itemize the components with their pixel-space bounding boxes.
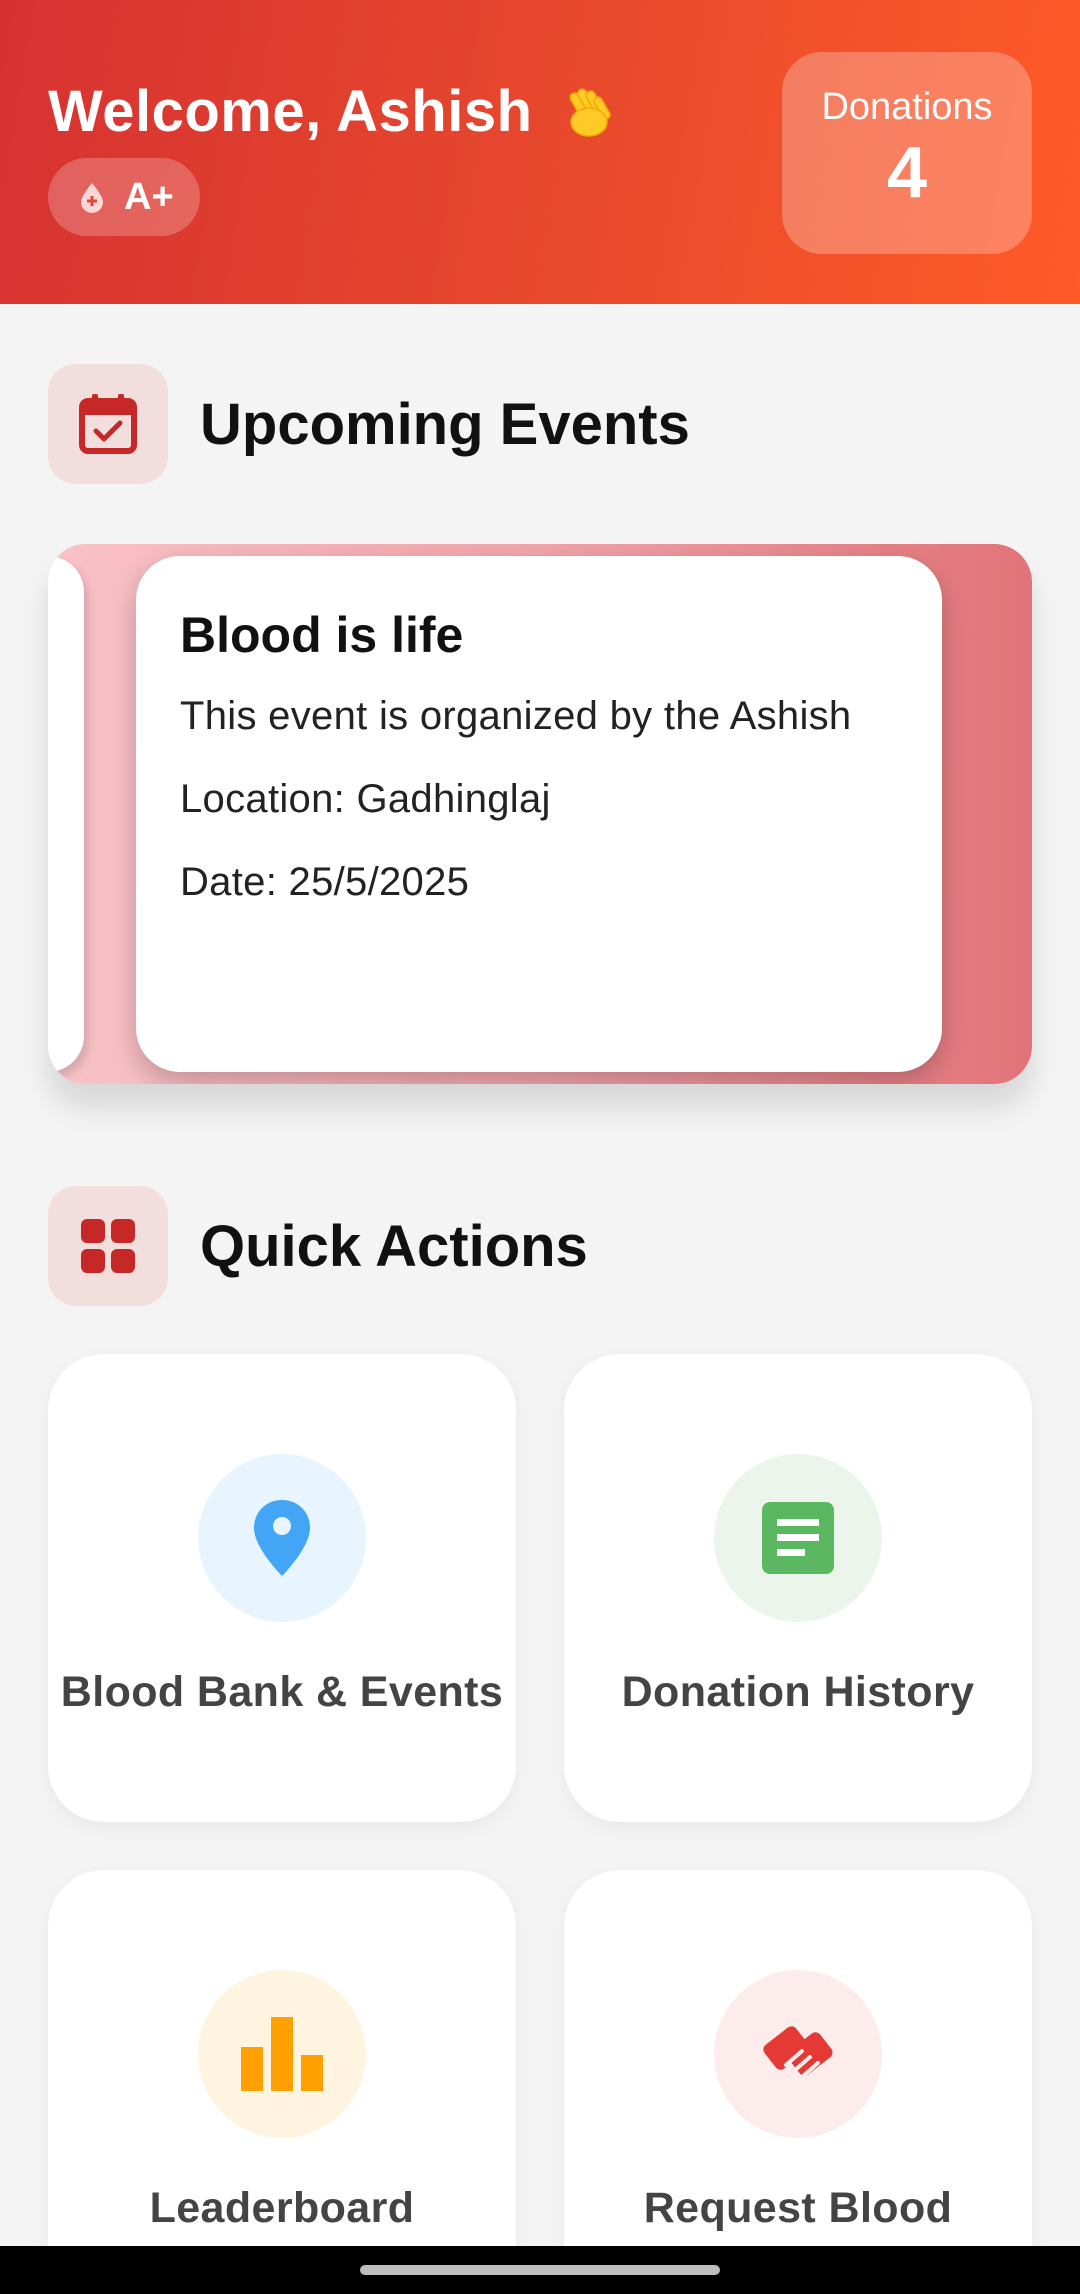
action-icon-circle [198, 1970, 366, 2138]
donations-card[interactable]: Donations 4 [782, 52, 1032, 254]
section-title-upcoming-events: Upcoming Events [200, 391, 690, 457]
donations-label: Donations [821, 86, 993, 128]
leaderboard-button[interactable]: Leaderboard [48, 1870, 516, 2294]
grid-icon [81, 1219, 135, 1273]
action-icon-circle [198, 1454, 366, 1622]
action-icon-circle [714, 1970, 882, 2138]
blood-drop-icon [81, 183, 103, 213]
home-gesture-handle[interactable] [360, 2265, 720, 2275]
event-date: Date: 25/5/2025 [180, 860, 470, 904]
donations-count: 4 [886, 133, 928, 213]
calendar-check-icon [79, 394, 137, 454]
section-title-quick-actions: Quick Actions [200, 1213, 588, 1279]
section-icon-box [48, 364, 168, 484]
blood-group-value: A+ [124, 175, 174, 218]
bar-chart-icon [241, 2017, 323, 2091]
event-description: This event is organized by the Ashish [180, 694, 852, 738]
action-label: Blood Bank & Events [60, 1668, 504, 1716]
event-location: Location: Gadhinglaj [180, 777, 551, 821]
blood-bank-events-button[interactable]: Blood Bank & Events [48, 1354, 516, 1822]
action-label: Donation History [621, 1668, 975, 1716]
previous-event-card[interactable] [48, 556, 84, 1072]
waving-hand-icon [568, 87, 611, 137]
event-card[interactable]: Blood is life This event is organized by… [136, 556, 942, 1072]
section-icon-box [48, 1186, 168, 1306]
blood-group-badge: A+ [48, 158, 200, 236]
welcome-text: Welcome, Ashish [48, 79, 533, 144]
request-blood-button[interactable]: Request Blood [564, 1870, 1032, 2294]
document-icon [762, 1502, 834, 1574]
action-label: Leaderboard [149, 2184, 415, 2232]
header-banner: Welcome, Ashish A+ Donations 4 [0, 0, 1080, 304]
upcoming-events-header: Upcoming Events [48, 364, 690, 484]
donation-history-button[interactable]: Donation History [564, 1354, 1032, 1822]
event-title: Blood is life [180, 607, 464, 663]
action-icon-circle [714, 1454, 882, 1622]
events-carousel[interactable]: Blood is life This event is organized by… [48, 544, 1032, 1084]
handshake-icon [763, 2026, 833, 2079]
quick-actions-header: Quick Actions [48, 1186, 588, 1306]
action-label: Request Blood [643, 2184, 953, 2232]
location-pin-icon [254, 1500, 310, 1576]
welcome-heading: Welcome, Ashish [48, 78, 621, 145]
